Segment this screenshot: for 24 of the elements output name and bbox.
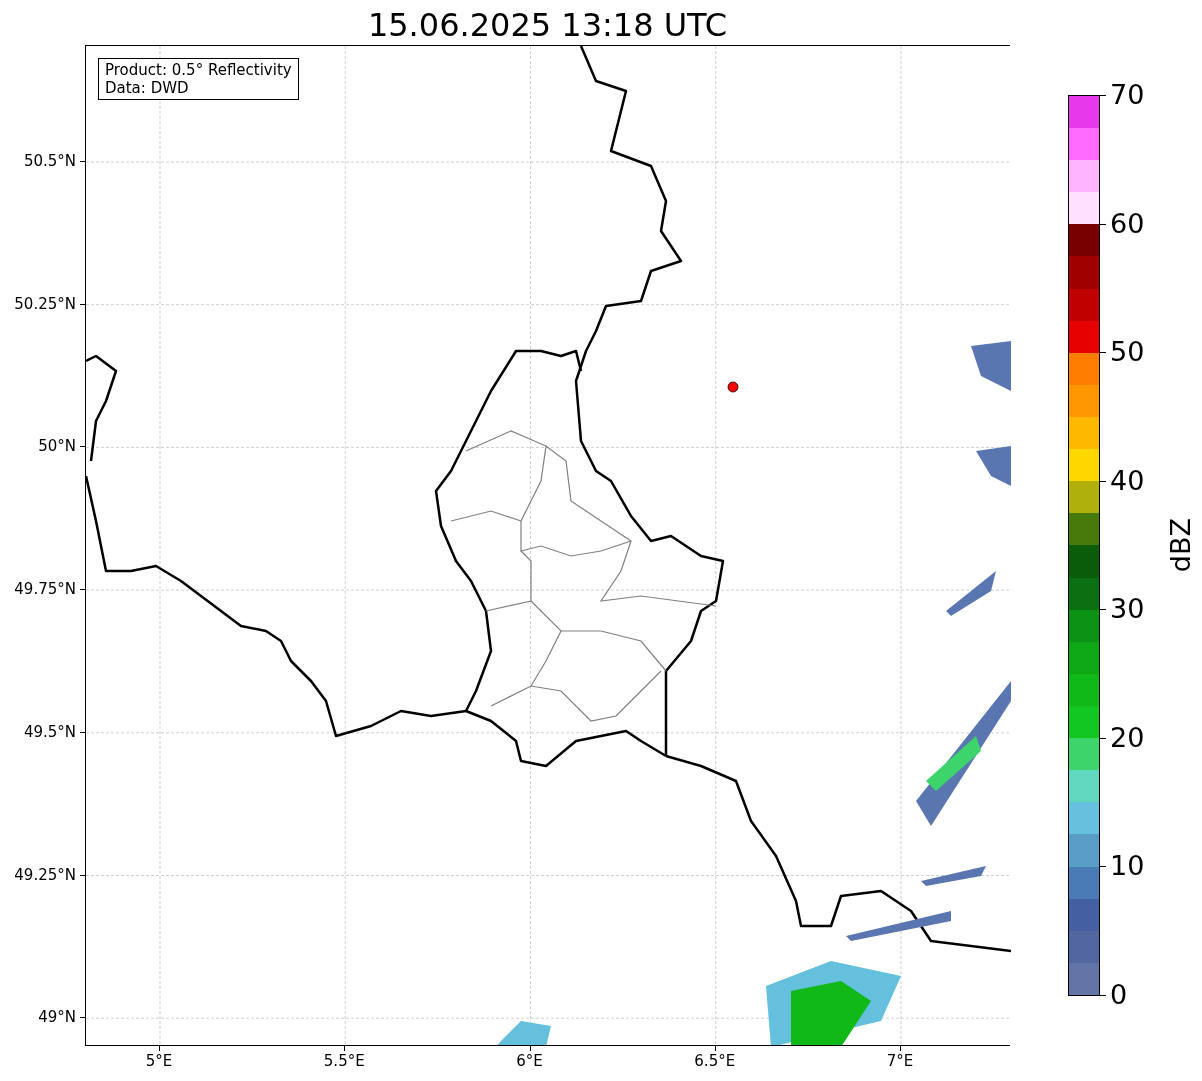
latitude-label: 50°N: [38, 437, 76, 456]
colorbar-tick-label: 60: [1110, 207, 1145, 240]
latitude-label: 49.5°N: [23, 722, 76, 741]
longitude-label: 7°E: [885, 1052, 915, 1070]
colorbar-label: dBZ: [1165, 518, 1197, 573]
longitude-label: 5.5°E: [322, 1052, 366, 1070]
colorbar-tick-label: 30: [1110, 593, 1145, 626]
latitude-label: 49°N: [38, 1008, 76, 1027]
longitude-label: 5°E: [144, 1052, 174, 1070]
colorbar-tick-label: 50: [1110, 336, 1145, 369]
longitude-label: 6°E: [515, 1052, 544, 1070]
info-text: Data: DWD: [105, 79, 190, 97]
longitude-label: 6.5°E: [693, 1052, 737, 1070]
info-text: Product: 0.5° Reflectivity: [105, 61, 292, 79]
colorbar-tick-label: 0: [1110, 979, 1128, 1011]
colorbar-tick-label: 20: [1110, 721, 1145, 754]
colorbar-tick-label: 10: [1110, 850, 1145, 883]
colorbar-tick-label: 40: [1110, 464, 1145, 497]
latitude-label: 49.25°N: [14, 865, 76, 884]
latitude-label: 49.75°N: [14, 580, 76, 599]
colorbar-tick-label: 70: [1110, 79, 1145, 111]
latitude-label: 50.25°N: [14, 294, 76, 313]
latitude-label: 50.5°N: [23, 152, 76, 170]
chart-title: 15.06.2025 13:18 UTC: [366, 5, 729, 46]
